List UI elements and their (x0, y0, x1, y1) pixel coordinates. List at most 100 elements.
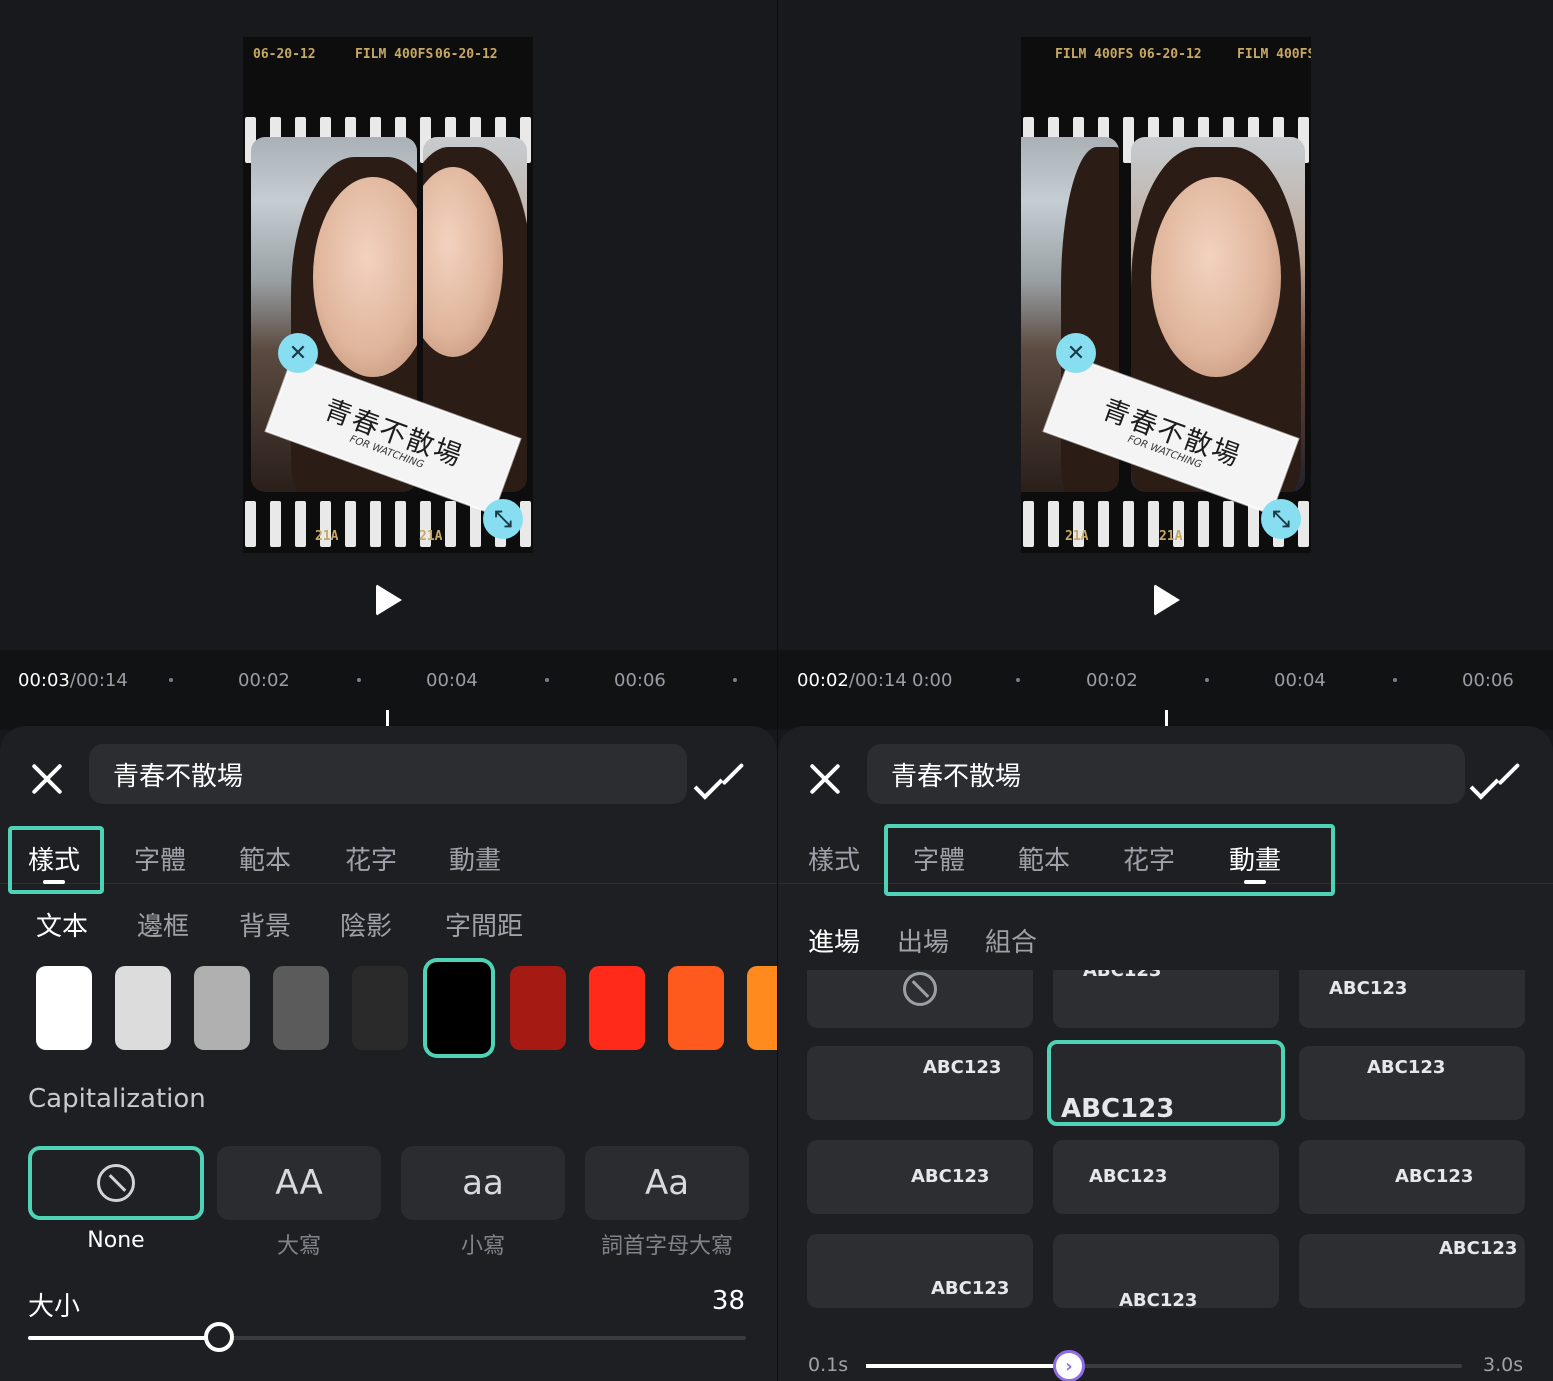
animation-option[interactable]: ABC123 (807, 1140, 1033, 1214)
film-label: 06-20-12 (1139, 47, 1202, 62)
timeline[interactable]: 00:03/00:14 00:02 00:04 00:06 (0, 650, 777, 730)
play-icon[interactable] (376, 584, 402, 616)
film-label: 21A (315, 529, 339, 544)
animation-option[interactable]: ABC123 (1299, 1234, 1525, 1308)
animation-option[interactable]: ABC123 (807, 1234, 1033, 1308)
tab-font[interactable]: 字體 (134, 840, 186, 877)
confirm-check-icon[interactable] (709, 760, 747, 790)
timeline-mark: 00:02 (238, 670, 290, 691)
animation-grid: ABC123 ABC123 ABC123 ABC123 ABC123 ABC12… (806, 970, 1526, 1310)
film-label: 06-20-12 (435, 47, 498, 62)
none-icon (903, 972, 937, 1006)
left-screen: 06-20-12 FILM 400FS 06-20-12 21A 21A 青春不… (0, 0, 777, 1381)
duration-min: 0.1s (808, 1354, 849, 1376)
tab-template[interactable]: 範本 (239, 840, 291, 877)
timeline-mark: 00:04 (1274, 670, 1326, 691)
text-editor-sheet: 樣式 字體 範本 花字 動畫 文本 邊框 背景 陰影 字間距 Capitaliz… (0, 726, 777, 1381)
animation-option[interactable]: ABC123 (1053, 970, 1279, 1028)
duration-slider[interactable]: › (866, 1350, 1462, 1381)
film-label: 21A (419, 529, 443, 544)
capitalization-label: Capitalization (28, 1084, 206, 1114)
color-swatch[interactable] (194, 966, 250, 1050)
subtab-spacing[interactable]: 字間距 (445, 906, 523, 943)
timeline[interactable]: 00:02/00:14 0:00 00:02 00:04 00:06 (778, 650, 1553, 730)
animation-option[interactable]: ABC123 (1299, 970, 1525, 1028)
tick-dot (357, 678, 361, 682)
close-icon[interactable] (808, 762, 842, 796)
play-icon[interactable] (1154, 584, 1180, 616)
subtab-text[interactable]: 文本 (36, 906, 88, 943)
color-swatch[interactable] (352, 966, 408, 1050)
film-label: 21A (1159, 529, 1183, 544)
color-swatch[interactable] (589, 966, 645, 1050)
video-preview[interactable]: FILM 400FS 06-20-12 FILM 400FS 21A 21A 青… (778, 0, 1553, 650)
color-swatch[interactable] (273, 966, 329, 1050)
cap-lower-button[interactable]: aa (401, 1146, 565, 1220)
highlight-box (884, 824, 1335, 896)
color-swatch[interactable] (668, 966, 724, 1050)
close-icon[interactable] (30, 762, 64, 796)
color-swatch[interactable] (115, 966, 171, 1050)
resize-rotate-icon[interactable]: ⤡ (483, 499, 523, 539)
cap-title-label: 詞首字母大寫 (600, 1234, 733, 1259)
text-input[interactable] (867, 744, 1465, 804)
right-screen: FILM 400FS 06-20-12 FILM 400FS 21A 21A 青… (778, 0, 1553, 1381)
text-editor-sheet: 樣式 字體 範本 花字 動畫 進場 出場 組合 ABC123 ABC123 AB… (778, 726, 1553, 1381)
cap-none-button[interactable] (28, 1146, 204, 1220)
timeline-mark: 00:02 (1086, 670, 1138, 691)
confirm-check-icon[interactable] (1485, 760, 1523, 790)
highlight-box (8, 826, 104, 894)
size-slider-knob[interactable] (204, 1322, 234, 1352)
timeline-mark: 00:06 (1462, 670, 1514, 691)
tick-dot (733, 678, 737, 682)
cap-none-label: None (87, 1228, 145, 1253)
duration-slider-knob[interactable]: › (1053, 1350, 1085, 1381)
cap-upper-button[interactable]: AA (217, 1146, 381, 1220)
subtab-shadow[interactable]: 陰影 (340, 906, 392, 943)
cap-title-button[interactable]: Aa (585, 1146, 749, 1220)
animation-option[interactable]: ABC123 (1047, 1040, 1285, 1126)
subtab-border[interactable]: 邊框 (137, 906, 189, 943)
animation-option[interactable]: ABC123 (1299, 1046, 1525, 1120)
video-preview[interactable]: 06-20-12 FILM 400FS 06-20-12 21A 21A 青春不… (0, 0, 777, 650)
resize-rotate-icon[interactable]: ⤡ (1261, 499, 1301, 539)
delete-sticker-icon[interactable]: ✕ (278, 333, 318, 373)
subtab-in[interactable]: 進場 (808, 922, 860, 959)
film-label: FILM 400FS (1237, 47, 1311, 62)
timecode: 00:03/00:14 (18, 670, 128, 691)
cap-upper-label: 大寫 (276, 1234, 321, 1259)
animation-option[interactable]: ABC123 (1053, 1140, 1279, 1214)
delete-sticker-icon[interactable]: ✕ (1056, 333, 1096, 373)
size-label: 大小 (28, 1292, 81, 1322)
subtab-background[interactable]: 背景 (239, 906, 291, 943)
tick-dot (1205, 678, 1209, 682)
animation-option[interactable]: ABC123 (1299, 1140, 1525, 1214)
tab-fancy-text[interactable]: 花字 (345, 840, 397, 877)
subtab-out[interactable]: 出場 (897, 922, 949, 959)
timecode: 00:02/00:14 (797, 670, 907, 691)
editor-tabs: 樣式 字體 範本 花字 動畫 (0, 826, 777, 884)
film-label: 06-20-12 (253, 47, 316, 62)
color-swatch[interactable] (36, 966, 92, 1050)
subtab-combo[interactable]: 組合 (985, 922, 1037, 959)
color-swatch[interactable] (747, 966, 777, 1050)
tab-animation[interactable]: 動畫 (449, 840, 501, 877)
size-slider[interactable] (28, 1322, 746, 1352)
animation-option[interactable]: ABC123 (807, 1046, 1033, 1120)
tick-dot (1393, 678, 1397, 682)
color-swatch[interactable] (510, 966, 566, 1050)
tick-dot (545, 678, 549, 682)
film-label: FILM 400FS (355, 47, 434, 62)
tab-style[interactable]: 樣式 (808, 840, 860, 877)
tick-dot (1016, 678, 1020, 682)
none-icon (97, 1164, 135, 1202)
size-value: 38 (711, 1286, 745, 1316)
cap-lower-label: 小寫 (460, 1234, 505, 1259)
animation-none[interactable] (807, 970, 1033, 1028)
tick-dot (169, 678, 173, 682)
film-label: 21A (1065, 529, 1089, 544)
text-input[interactable] (89, 744, 687, 804)
animation-option[interactable]: ABC123 (1053, 1234, 1279, 1310)
timeline-mark: 0:00 (912, 670, 953, 691)
color-swatch[interactable] (427, 962, 491, 1054)
